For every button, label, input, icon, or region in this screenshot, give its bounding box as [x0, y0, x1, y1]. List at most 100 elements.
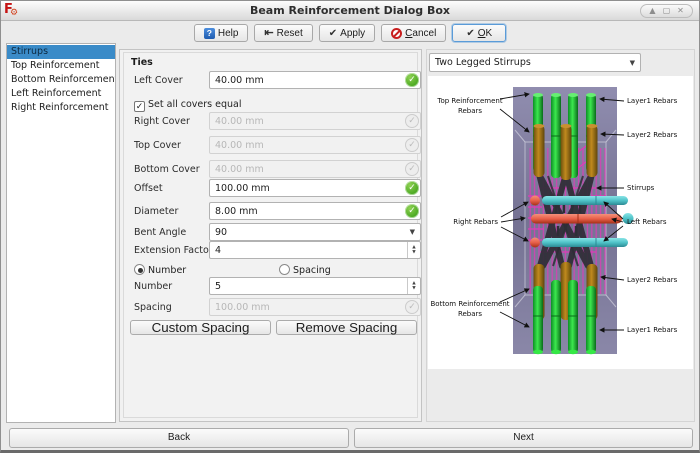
right-cover-row: Right Cover ✓ [131, 112, 410, 130]
bottom-cover-field: ✓ [209, 160, 421, 178]
offset-label: Offset [134, 183, 163, 194]
sidebar-item-left-reinforcement[interactable]: Left Reinforcement [7, 87, 115, 101]
bottom-cover-row: Bottom Cover ✓ [131, 160, 410, 178]
sidebar-item-stirrups[interactable]: Stirrups [7, 45, 115, 59]
cancel-button[interactable]: Cancel [381, 24, 446, 42]
bottom-cover-input[interactable] [209, 160, 421, 178]
close-icon[interactable]: ✕ [674, 5, 687, 17]
preview-panel: Two Legged Stirrups ▼ [426, 49, 695, 422]
extension-factor-field: ▲▼ [209, 241, 421, 259]
diameter-input[interactable] [209, 202, 421, 220]
valid-check-disabled-icon: ✓ [405, 162, 419, 176]
left-cover-label: Left Cover [134, 75, 183, 86]
diameter-row: Diameter ✓ [131, 202, 410, 220]
label-layer2-bottom: Layer2 Rebars [627, 276, 678, 284]
offset-input[interactable] [209, 179, 421, 197]
right-cover-input[interactable] [209, 112, 421, 130]
spinner-arrows[interactable]: ▲▼ [407, 278, 420, 294]
left-cover-field: ✓ [209, 71, 421, 89]
sidebar-list: StirrupsTop ReinforcementBottom Reinforc… [6, 43, 116, 423]
label-bottom-reinforcement-line2: Rebars [458, 310, 482, 318]
shade-icon[interactable]: ▲ [646, 5, 659, 17]
set-covers-checkbox[interactable]: ✓ Set all covers equal [134, 99, 242, 112]
top-cover-label: Top Cover [134, 140, 181, 151]
label-layer1-bottom: Layer1 Rebars [627, 326, 678, 334]
stirrup-type-combobox[interactable]: Two Legged Stirrups ▼ [429, 53, 641, 72]
ties-groupbox: Ties Left Cover ✓ ✓ Set all covers equal… [123, 52, 418, 418]
number-radio[interactable]: Number [134, 264, 186, 276]
left-rebar-top [542, 196, 628, 205]
right-rebar-bottom [530, 238, 540, 248]
left-cover-input[interactable] [209, 71, 421, 89]
extension-factor-input[interactable] [209, 241, 421, 259]
bent-angle-row: Bent Angle 90 ▼ [131, 223, 410, 241]
help-button[interactable]: ? Help [194, 24, 249, 42]
valid-check-icon: ✓ [405, 204, 419, 218]
spin-down-icon: ▼ [412, 286, 415, 291]
top-cover-row: Top Cover ✓ [131, 136, 410, 154]
spacing-input[interactable] [209, 298, 421, 316]
radio-unselected-icon [279, 264, 290, 275]
sidebar-item-right-reinforcement[interactable]: Right Reinforcement [7, 101, 115, 115]
checkbox-check-icon: ✓ [134, 101, 145, 112]
middle-rebars [530, 196, 634, 248]
diameter-field: ✓ [209, 202, 421, 220]
titlebar: F⚙ Beam Reinforcement Dialog Box ▲ ▢ ✕ [1, 1, 699, 21]
extension-factor-row: Extension Factor ▲▼ [131, 241, 410, 259]
dialog-window: F⚙ Beam Reinforcement Dialog Box ▲ ▢ ✕ ?… [0, 0, 700, 453]
chevron-down-icon: ▼ [410, 228, 415, 236]
spinner-arrows[interactable]: ▲▼ [407, 242, 420, 258]
diameter-label: Diameter [134, 206, 178, 217]
number-field: ▲▼ [209, 277, 421, 295]
bent-angle-field: 90 ▼ [209, 223, 421, 241]
toolbar: ? Help ⇤ Reset ✔ Apply Cancel ✔ OK [1, 22, 699, 44]
chevron-down-icon: ▼ [630, 59, 635, 67]
help-icon: ? [204, 28, 215, 39]
offset-field: ✓ [209, 179, 421, 197]
valid-check-disabled-icon: ✓ [405, 138, 419, 152]
maximize-icon[interactable]: ▢ [660, 5, 673, 17]
label-layer2-top: Layer2 Rebars [627, 131, 678, 139]
window-title: Beam Reinforcement Dialog Box [1, 4, 699, 17]
bent-angle-combobox[interactable]: 90 ▼ [209, 223, 421, 241]
extension-factor-label: Extension Factor [134, 245, 213, 256]
freecad-logo-icon: F⚙ [4, 3, 20, 19]
window-controls: ▲ ▢ ✕ [640, 4, 693, 18]
right-rebar-middle [531, 214, 622, 224]
apply-check-icon: ✔ [329, 28, 337, 39]
stirrup-type-field: Two Legged Stirrups ▼ [429, 53, 641, 72]
remove-spacing-button[interactable]: Remove Spacing [276, 320, 417, 335]
reset-icon: ⇤ [264, 28, 273, 39]
back-button[interactable]: Back [9, 428, 349, 448]
stirrups-form-panel: Ties Left Cover ✓ ✓ Set all covers equal… [119, 49, 422, 422]
cancel-icon [391, 28, 402, 39]
rebar-diagram: Top Reinforcement Rebars Layer1 Rebars L… [428, 76, 693, 369]
radio-selected-icon [134, 264, 145, 275]
top-cover-input[interactable] [209, 136, 421, 154]
ok-button[interactable]: ✔ OK [452, 24, 506, 42]
next-button[interactable]: Next [354, 428, 693, 448]
left-rebar-bottom [542, 238, 628, 247]
valid-check-disabled-icon: ✓ [405, 300, 419, 314]
layer2-top-bars [534, 124, 598, 180]
label-layer1-top: Layer1 Rebars [627, 97, 678, 105]
custom-spacing-button[interactable]: Custom Spacing [130, 320, 271, 335]
spacing-row: Spacing ✓ [131, 298, 410, 316]
reset-button[interactable]: ⇤ Reset [254, 24, 312, 42]
valid-check-disabled-icon: ✓ [405, 114, 419, 128]
right-cover-label: Right Cover [134, 116, 190, 127]
sidebar-item-bottom-reinforcement[interactable]: Bottom Reinforcement [7, 73, 115, 87]
bottom-cover-label: Bottom Cover [134, 164, 200, 175]
label-top-reinforcement-line1: Top Reinforcement [436, 97, 502, 105]
spacing-radio[interactable]: Spacing [279, 264, 331, 276]
right-rebar-top [530, 196, 540, 206]
number-input[interactable] [209, 277, 421, 295]
bent-angle-label: Bent Angle [134, 227, 186, 238]
apply-button[interactable]: ✔ Apply [319, 24, 375, 42]
group-title: Ties [131, 57, 153, 68]
spacing-label: Spacing [134, 302, 172, 313]
top-cover-field: ✓ [209, 136, 421, 154]
sidebar-item-top-reinforcement[interactable]: Top Reinforcement [7, 59, 115, 73]
label-stirrups: Stirrups [627, 184, 655, 192]
ok-check-icon: ✔ [466, 28, 474, 39]
